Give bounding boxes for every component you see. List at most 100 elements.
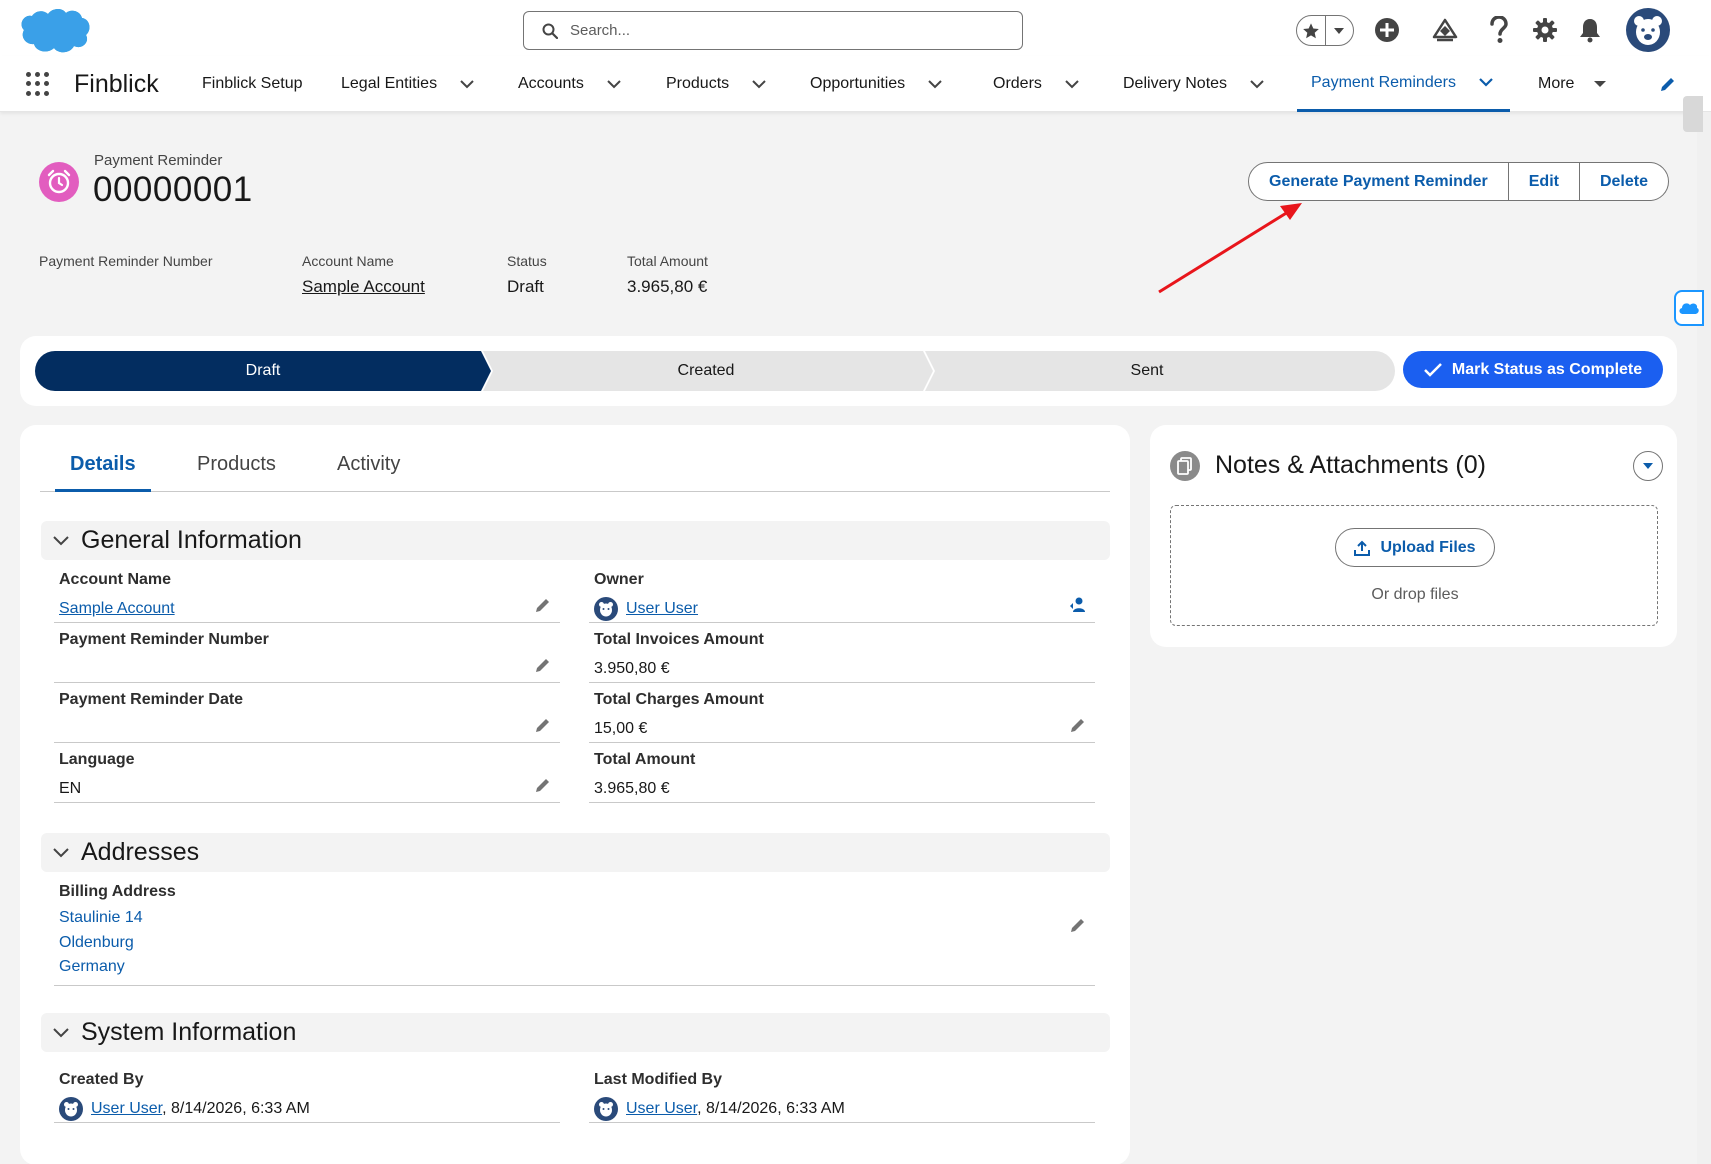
pencil-icon[interactable] <box>534 716 552 734</box>
nav-item-opportunities[interactable]: Opportunities <box>810 56 945 112</box>
section-title: Addresses <box>81 838 200 866</box>
field-label: Payment Reminder Number <box>59 631 269 648</box>
billing-address-line[interactable]: Oldenburg <box>59 934 134 952</box>
notes-menu-button[interactable] <box>1633 451 1663 481</box>
pencil-icon[interactable] <box>1069 716 1087 734</box>
trailhead-icon[interactable] <box>1430 15 1460 45</box>
field-total-invoices-amount: Total Invoices Amount 3.950,80 € <box>589 623 1095 683</box>
field-last-modified-by: Last Modified By User User, 8/14/2026, 6… <box>589 1063 1095 1123</box>
section-system-information[interactable]: System Information <box>41 1013 1110 1052</box>
highlight-label: Payment Reminder Number <box>39 253 213 269</box>
created-date: , 8/14/2026, 6:33 AM <box>162 1100 310 1117</box>
favorites-control[interactable] <box>1296 15 1354 46</box>
tab-details[interactable]: Details <box>55 453 151 492</box>
account-name-link[interactable]: Sample Account <box>302 277 425 297</box>
caret-down-icon[interactable] <box>1590 74 1610 94</box>
pencil-icon[interactable] <box>534 596 552 614</box>
add-icon[interactable] <box>1372 15 1402 45</box>
field-payment-reminder-date: Payment Reminder Date <box>54 683 560 743</box>
chevron-down-icon[interactable] <box>1476 73 1496 93</box>
payment-reminder-record-icon <box>39 162 79 202</box>
caret-down-icon[interactable] <box>1325 16 1353 45</box>
field-label: Last Modified By <box>594 1071 723 1088</box>
edit-button[interactable]: Edit <box>1509 163 1580 200</box>
nav-item-payment-reminders[interactable]: Payment Reminders <box>1297 56 1510 112</box>
modified-date: , 8/14/2026, 6:33 AM <box>697 1100 845 1117</box>
chevron-down-icon <box>53 1027 69 1037</box>
owner-link[interactable]: User User <box>626 600 698 618</box>
nav-item-label: More <box>1538 75 1575 92</box>
chevron-down-icon[interactable] <box>1062 74 1082 94</box>
star-icon[interactable] <box>1297 16 1325 45</box>
tab-products[interactable]: Products <box>197 453 276 492</box>
pencil-icon[interactable] <box>1069 916 1087 934</box>
section-addresses[interactable]: Addresses <box>41 833 1110 872</box>
field-created-by: Created By User User, 8/14/2026, 6:33 AM <box>54 1063 560 1123</box>
nav-item-label: Orders <box>993 75 1042 92</box>
nav-item-label: Opportunities <box>810 75 906 92</box>
user-avatar <box>594 1097 618 1121</box>
field-owner: Owner User User <box>589 563 1095 623</box>
nav-item-orders[interactable]: Orders <box>993 56 1082 112</box>
path-step-draft[interactable]: Draft <box>163 362 363 380</box>
nav-item-products[interactable]: Products <box>666 56 769 112</box>
file-drop-zone[interactable]: Upload Files Or drop files <box>1170 505 1658 626</box>
created-by-user-link[interactable]: User User <box>91 1100 162 1117</box>
section-general-information[interactable]: General Information <box>41 521 1110 560</box>
page-scrollbar[interactable] <box>1697 112 1711 1164</box>
search-input[interactable] <box>570 22 990 39</box>
change-owner-icon[interactable] <box>1069 596 1087 614</box>
chevron-down-icon[interactable] <box>604 74 624 94</box>
notes-attachments-title[interactable]: Notes & Attachments (0) <box>1215 451 1486 480</box>
delete-button[interactable]: Delete <box>1580 163 1668 200</box>
highlight-value: Draft <box>507 277 544 296</box>
generate-payment-reminder-button[interactable]: Generate Payment Reminder <box>1249 163 1509 200</box>
field-total-amount: Total Amount 3.965,80 € <box>589 743 1095 803</box>
side-panel-handle[interactable] <box>1683 96 1703 132</box>
notification-bell-icon[interactable] <box>1575 15 1605 45</box>
app-launcher-icon[interactable] <box>26 72 50 96</box>
nav-item-label: Legal Entities <box>341 75 438 92</box>
help-icon[interactable] <box>1484 15 1514 45</box>
nav-item-legal-entities[interactable]: Legal Entities <box>341 56 477 112</box>
upload-files-button[interactable]: Upload Files <box>1335 528 1495 567</box>
chevron-down-icon[interactable] <box>925 74 945 94</box>
section-title: System Information <box>81 1018 297 1046</box>
field-label: Owner <box>594 571 644 588</box>
drop-files-hint: Or drop files <box>1371 586 1459 603</box>
pencil-icon[interactable] <box>534 656 552 674</box>
highlight-label: Status <box>507 253 547 269</box>
edit-nav-pencil-icon[interactable] <box>1659 56 1677 112</box>
field-value: EN <box>59 780 82 797</box>
field-payment-reminder-number: Payment Reminder Number <box>54 623 560 683</box>
chevron-down-icon[interactable] <box>1247 74 1267 94</box>
path-step-sent[interactable]: Sent <box>1047 362 1247 380</box>
billing-address-line[interactable]: Germany <box>59 958 125 976</box>
user-avatar[interactable] <box>1626 8 1670 52</box>
chevron-down-icon <box>53 847 69 857</box>
chevron-down-icon[interactable] <box>749 74 769 94</box>
chevron-down-icon[interactable] <box>457 74 477 94</box>
app-navigation-bar: Finblick Finblick Setup Legal Entities A… <box>0 56 1711 112</box>
field-label: Total Charges Amount <box>594 691 764 708</box>
field-value: 3.965,80 € <box>594 780 670 797</box>
modified-by-user-link[interactable]: User User <box>626 1100 697 1117</box>
highlight-account-name: Account Name Sample Account <box>302 253 425 297</box>
highlight-payment-reminder-number: Payment Reminder Number <box>39 253 213 277</box>
global-search[interactable] <box>523 11 1023 50</box>
account-name-link[interactable]: Sample Account <box>59 600 175 618</box>
nav-item-finblick-setup[interactable]: Finblick Setup <box>202 56 303 112</box>
created-by-value: User User, 8/14/2026, 6:33 AM <box>59 1097 310 1121</box>
mark-status-complete-button[interactable]: Mark Status as Complete <box>1403 351 1663 388</box>
nav-item-more[interactable]: More <box>1538 56 1610 112</box>
tab-activity[interactable]: Activity <box>337 453 400 492</box>
nav-item-delivery-notes[interactable]: Delivery Notes <box>1123 56 1267 112</box>
pencil-icon[interactable] <box>534 776 552 794</box>
cloud-utility-tab[interactable] <box>1674 290 1704 326</box>
billing-address-line[interactable]: Staulinie 14 <box>59 909 143 927</box>
nav-item-accounts[interactable]: Accounts <box>518 56 624 112</box>
salesforce-logo[interactable] <box>18 6 92 56</box>
upload-icon <box>1354 540 1371 556</box>
gear-icon[interactable] <box>1530 15 1560 45</box>
path-step-created[interactable]: Created <box>606 362 806 380</box>
